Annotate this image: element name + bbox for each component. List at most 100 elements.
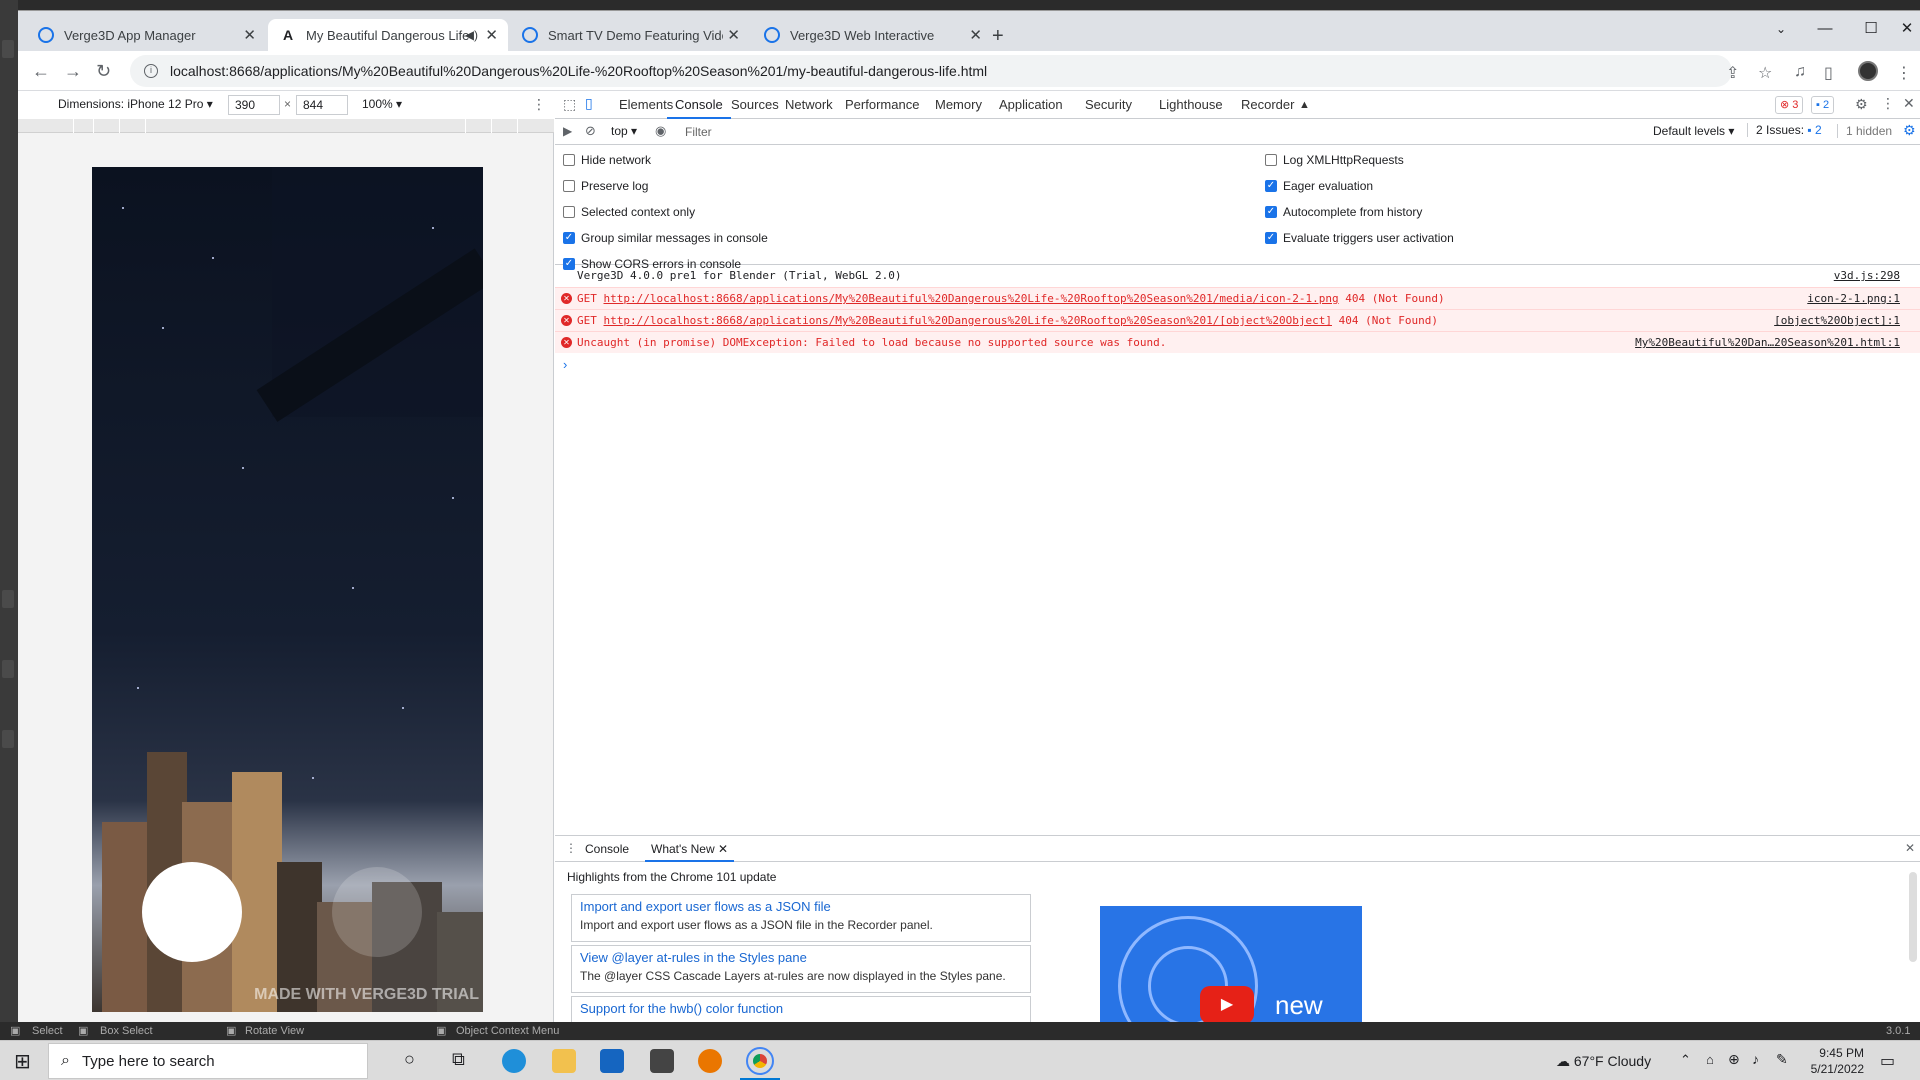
checkbox-preserve-log[interactable]: Preserve log xyxy=(563,179,648,193)
devtools-menu-icon[interactable]: ⋮ xyxy=(1881,95,1895,112)
windows-start-icon[interactable]: ⊞ xyxy=(14,1049,31,1074)
tab-verge3d-app-manager[interactable]: Verge3D App Manager ✕ xyxy=(26,19,266,51)
close-icon[interactable]: ✕ xyxy=(969,26,982,44)
edge-icon[interactable] xyxy=(502,1049,526,1073)
close-icon[interactable]: ✕ xyxy=(727,26,740,44)
message-source-link[interactable]: My%20Beautiful%20Dan…20Season%201.html:1 xyxy=(1635,332,1900,354)
checkbox-hide-network[interactable]: Hide network xyxy=(563,153,651,167)
taskbar-search[interactable]: ⌕ Type here to search xyxy=(48,1043,368,1079)
clear-console-icon[interactable]: ⊘ xyxy=(585,123,596,139)
mail-icon[interactable] xyxy=(600,1049,624,1073)
checkbox-box[interactable] xyxy=(563,206,575,218)
info-icon[interactable]: i xyxy=(144,64,158,78)
blender-tool-icon[interactable] xyxy=(2,40,14,58)
tab-sources[interactable]: Sources xyxy=(731,91,779,119)
height-input[interactable]: 844 xyxy=(296,95,348,115)
app-viewport-canvas[interactable]: MADE WITH VERGE3D TRIAL xyxy=(92,167,483,1012)
message-count-badge[interactable]: ▪ 2 xyxy=(1811,96,1835,114)
profile-avatar[interactable] xyxy=(1858,61,1878,81)
message-source-link[interactable]: icon-2-1.png:1 xyxy=(1807,288,1900,310)
close-window-button[interactable]: ✕ xyxy=(1884,15,1920,43)
tab-smart-tv-demo[interactable]: Smart TV Demo Featuring Video ✕ xyxy=(510,19,750,51)
zoom-select[interactable]: 100% ▾ xyxy=(362,97,402,111)
checkbox-group-similar[interactable]: ✓ Group similar messages in console xyxy=(563,231,768,245)
blender-icon[interactable] xyxy=(698,1049,722,1073)
youtube-play-icon[interactable]: ▶ xyxy=(1200,986,1254,1024)
forward-button[interactable]: → xyxy=(64,61,82,82)
task-view-icon[interactable]: ⧉ xyxy=(452,1049,465,1070)
sidebar-toggle-icon[interactable]: ▶ xyxy=(563,124,572,138)
tab-elements[interactable]: Elements xyxy=(619,91,673,119)
weather-widget[interactable]: ☁ 67°F Cloudy xyxy=(1556,1053,1651,1070)
drawer-tab-whats-new[interactable]: What's New ✕ xyxy=(645,836,735,862)
drawer-tab-console[interactable]: Console xyxy=(585,842,629,856)
back-button[interactable]: ← xyxy=(32,61,50,82)
tab-console[interactable]: Console xyxy=(667,91,731,119)
request-url-link[interactable]: http://localhost:8668/applications/My%20… xyxy=(604,292,1339,305)
device-toggle-icon[interactable]: ▯ xyxy=(585,95,593,112)
checkbox-selected-context[interactable]: Selected context only xyxy=(563,205,695,219)
card-title[interactable]: View @layer at-rules in the Styles pane xyxy=(580,950,1022,965)
tab-my-beautiful-dangerous-life[interactable]: A My Beautiful Dangerous Life ◀) ✕ xyxy=(268,19,508,51)
whats-new-card[interactable]: View @layer at-rules in the Styles pane … xyxy=(571,945,1031,993)
tab-memory[interactable]: Memory xyxy=(935,91,982,119)
new-tab-button[interactable]: + xyxy=(992,25,1004,48)
tab-performance[interactable]: Performance xyxy=(845,91,919,119)
filter-input[interactable]: Filter xyxy=(681,122,1603,142)
tab-lighthouse[interactable]: Lighthouse xyxy=(1159,91,1223,119)
device-options-icon[interactable]: ⋮ xyxy=(532,96,546,113)
notification-icon[interactable]: ▭ xyxy=(1880,1051,1895,1071)
joystick-secondary[interactable] xyxy=(332,867,422,957)
checkbox-eager-evaluation[interactable]: ✓ Eager evaluation xyxy=(1265,179,1373,193)
context-select[interactable]: top ▾ xyxy=(611,124,637,138)
close-devtools-icon[interactable]: ✕ xyxy=(1903,95,1915,112)
share-icon[interactable]: ⇪ xyxy=(1726,63,1739,83)
pen-icon[interactable]: ✎ xyxy=(1776,1051,1788,1068)
network-icon[interactable]: ⌂ xyxy=(1706,1052,1714,1067)
tray-chevron-icon[interactable]: ⌃ xyxy=(1680,1052,1691,1068)
language-icon[interactable]: ⊕ xyxy=(1728,1051,1740,1068)
reload-button[interactable]: ↻ xyxy=(96,61,111,82)
levels-select[interactable]: Default levels ▾ xyxy=(1653,124,1734,138)
message-source-link[interactable]: [object%20Object]:1 xyxy=(1774,310,1900,332)
checkbox-evaluate-triggers[interactable]: ✓ Evaluate triggers user activation xyxy=(1265,231,1454,245)
issues-button[interactable]: 2 Issues: ▪ 2 xyxy=(1747,123,1822,137)
joystick-button[interactable] xyxy=(142,862,242,962)
tab-application[interactable]: Application xyxy=(999,91,1063,119)
card-title[interactable]: Support for the hwb() color function xyxy=(580,1001,1022,1016)
qr-app-icon[interactable] xyxy=(650,1049,674,1073)
volume-icon[interactable]: ♪ xyxy=(1752,1051,1759,1067)
close-icon[interactable]: ✕ xyxy=(243,26,256,44)
close-drawer-icon[interactable]: ✕ xyxy=(1905,841,1915,855)
checkbox-box[interactable]: ✓ xyxy=(563,232,575,244)
media-control-icon[interactable]: ♫ xyxy=(1794,63,1806,81)
checkbox-box[interactable] xyxy=(563,154,575,166)
file-explorer-icon[interactable] xyxy=(552,1049,576,1073)
checkbox-box[interactable]: ✓ xyxy=(1265,232,1277,244)
device-select[interactable]: Dimensions: iPhone 12 Pro ▾ xyxy=(58,97,213,111)
menu-kebab-icon[interactable]: ⋮ xyxy=(1896,63,1912,83)
checkbox-autocomplete[interactable]: ✓ Autocomplete from history xyxy=(1265,205,1422,219)
drawer-menu-icon[interactable]: ⋮ xyxy=(565,841,577,855)
checkbox-log-xhr[interactable]: Log XMLHttpRequests xyxy=(1265,153,1404,167)
width-input[interactable]: 390 xyxy=(228,95,280,115)
blender-tool-icon[interactable] xyxy=(2,660,14,678)
media-query-ruler[interactable] xyxy=(18,119,554,133)
console-prompt-icon[interactable]: › xyxy=(563,357,567,372)
tab-search-icon[interactable]: ⌄ xyxy=(1758,15,1804,43)
address-bar[interactable]: i localhost:8668/applications/My%20Beaut… xyxy=(130,55,1732,87)
close-icon[interactable]: ✕ xyxy=(718,842,728,856)
checkbox-box[interactable]: ✓ xyxy=(1265,206,1277,218)
error-count-badge[interactable]: ⊗ 3 xyxy=(1775,96,1804,114)
chrome-icon[interactable] xyxy=(746,1047,774,1075)
tab-recorder[interactable]: Recorder xyxy=(1241,91,1294,119)
minimize-button[interactable]: — xyxy=(1802,15,1848,43)
card-title[interactable]: Import and export user flows as a JSON f… xyxy=(580,899,1022,914)
drawer-scrollbar[interactable] xyxy=(1909,872,1917,962)
message-source-link[interactable]: v3d.js:298 xyxy=(1834,265,1900,287)
gear-icon[interactable]: ⚙ xyxy=(1855,96,1868,113)
bookmark-star-icon[interactable]: ☆ xyxy=(1758,63,1772,83)
whats-new-video[interactable]: ▶ new xyxy=(1100,906,1362,1024)
tab-verge3d-web-interactive[interactable]: Verge3D Web Interactive ✕ xyxy=(752,19,992,51)
tab-network[interactable]: Network xyxy=(785,91,833,119)
